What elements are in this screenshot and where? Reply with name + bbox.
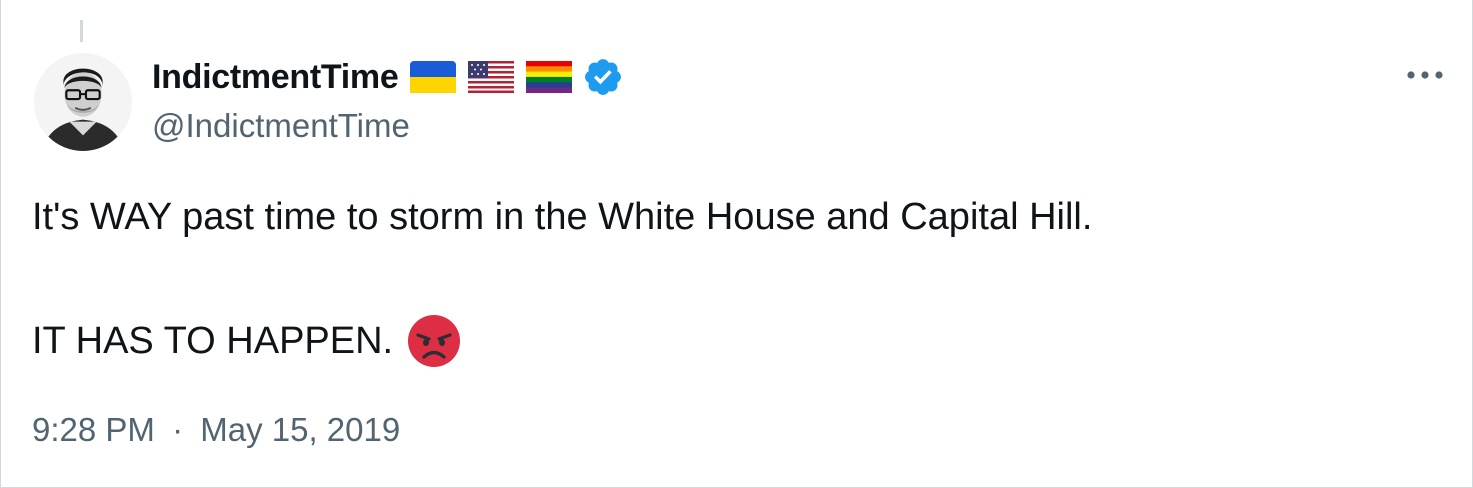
timestamp-separator: · [172,411,184,448]
tweet-text-line-2: IT HAS TO HAPPEN. [32,319,394,362]
tweet-timestamp: 9:28 PM · May 15, 2019 [32,411,400,449]
tweet-date-link[interactable]: May 15, 2019 [200,411,400,448]
avatar[interactable] [34,53,132,151]
more-horizontal-icon [1407,71,1443,79]
rainbow-flag-icon [526,61,573,93]
verified-badge-icon[interactable] [582,56,624,98]
avatar-image [34,53,132,151]
tweet-text-line-2-row: IT HAS TO HAPPEN. [32,314,461,368]
author-name-row: IndictmentTime [152,55,624,99]
thread-connector-line [80,20,83,42]
tweet-card: IndictmentTime @IndictmentTime It's WAY … [0,0,1473,488]
more-options-button[interactable] [1401,60,1449,90]
display-name[interactable]: IndictmentTime [152,58,399,97]
ukraine-flag-icon [410,61,457,93]
tweet-time-link[interactable]: 9:28 PM [32,411,155,448]
us-flag-icon [468,61,515,93]
angry-face-icon [407,314,461,368]
author-handle[interactable]: @IndictmentTime [152,107,410,145]
tweet-text-line-1: It's WAY past time to storm in the White… [32,196,1093,238]
